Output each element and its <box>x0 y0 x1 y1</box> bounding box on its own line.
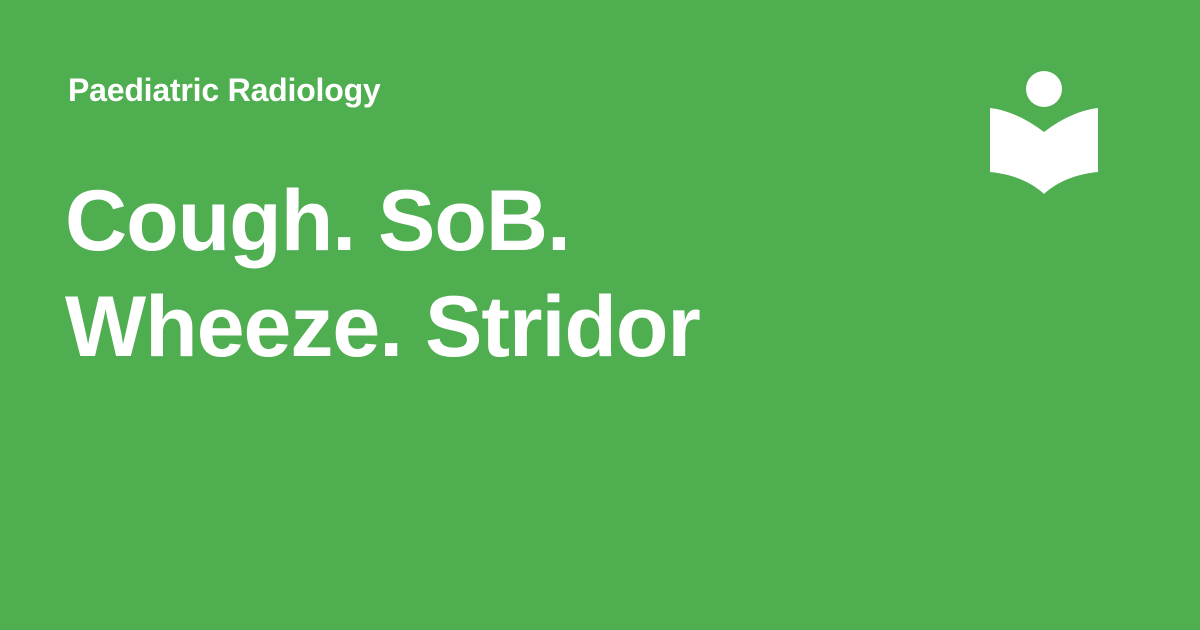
title-line-1: Cough. SoB. <box>65 173 571 269</box>
reader-book-icon <box>988 70 1100 196</box>
title-line-2: Wheeze. Stridor <box>65 279 701 375</box>
page-title: Cough. SoB. Wheeze. Stridor <box>65 168 885 380</box>
category-label: Paediatric Radiology <box>68 72 381 108</box>
share-card: Paediatric Radiology Cough. SoB. Wheeze.… <box>0 0 1200 630</box>
